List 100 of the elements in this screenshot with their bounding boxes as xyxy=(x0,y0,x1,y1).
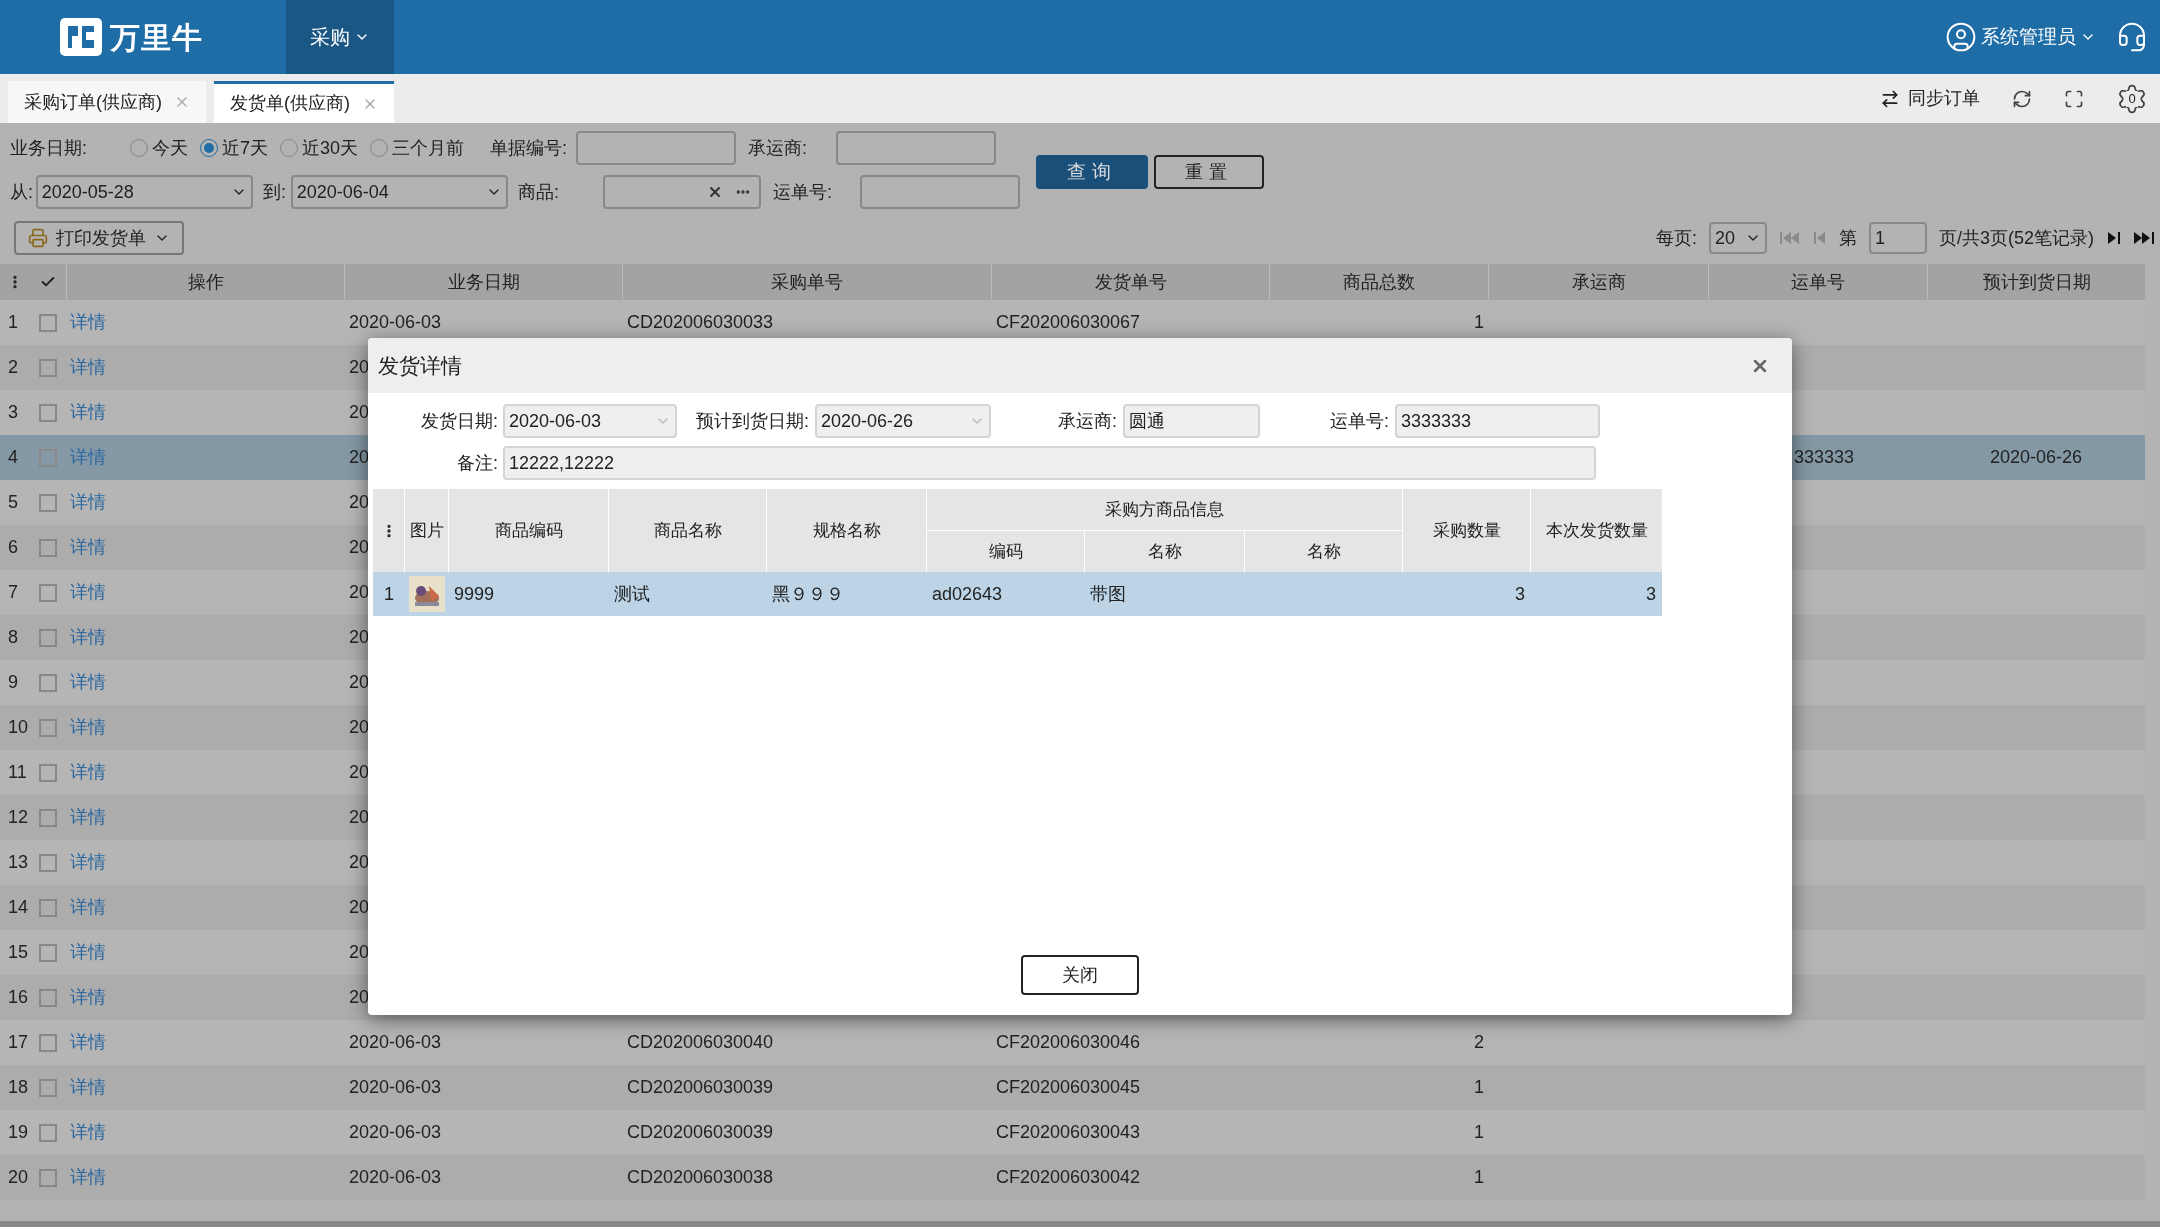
dialog-title: 发货详情 xyxy=(378,352,462,379)
table-cell: 20 xyxy=(349,627,370,647)
row-checkbox[interactable] xyxy=(39,583,57,602)
row-checkbox[interactable] xyxy=(39,1123,57,1142)
table-row[interactable]: 18 详情 2020-06-03 CD202006030039 CF202006030045 1 xyxy=(0,1065,2145,1110)
row-number: 14 xyxy=(7,896,30,919)
row-checkbox[interactable] xyxy=(39,313,57,332)
nav-menu[interactable]: 采购 xyxy=(286,0,394,74)
table-cell: 1 xyxy=(1474,312,1484,332)
row-checkbox[interactable] xyxy=(39,1078,57,1097)
item-row[interactable]: 1 9999 测试 黑９９９ ad02643 带图 3 3 xyxy=(373,572,1662,616)
table-cell-text: 测试 xyxy=(613,582,651,606)
row-checkbox[interactable] xyxy=(39,538,57,557)
row-checkbox[interactable] xyxy=(39,808,57,827)
row-checkbox[interactable] xyxy=(39,853,57,872)
date-range-radio[interactable]: 近30天 xyxy=(280,134,359,162)
first-page-icon[interactable] xyxy=(1778,229,1801,247)
table-cell: 2020-06-03 xyxy=(349,1032,442,1052)
waybill-field[interactable]: 3333333 xyxy=(1395,404,1600,438)
row-number: 1 xyxy=(7,311,19,334)
column-header: 名称 xyxy=(1306,540,1341,563)
table-cell: 20 xyxy=(349,672,370,692)
table-cell: 2020-06-03 xyxy=(349,312,442,332)
row-checkbox[interactable] xyxy=(39,493,57,512)
table-cell: 333333 xyxy=(1794,447,1855,467)
row-number: 5 xyxy=(7,491,19,514)
table-cell: 20 xyxy=(349,717,370,737)
page-tab[interactable]: 采购订单(供应商) xyxy=(8,81,206,123)
row-number: 9 xyxy=(7,671,19,694)
table-row[interactable]: 20 详情 2020-06-03 CD202006030038 CF202006030042 1 xyxy=(0,1155,2145,1200)
reset-button[interactable]: 重置 xyxy=(1154,155,1264,189)
field-label: 商品: xyxy=(518,180,561,204)
row-checkbox[interactable] xyxy=(39,628,57,647)
query-button[interactable]: 查询 xyxy=(1036,155,1148,189)
waybill-field[interactable] xyxy=(860,175,1020,209)
column-header: 商品编码 xyxy=(494,519,563,542)
table-cell-text: 带图 xyxy=(1089,582,1127,606)
row-checkbox[interactable] xyxy=(39,358,57,377)
field-label: 发货日期: xyxy=(420,409,499,433)
row-number: 17 xyxy=(7,1031,30,1054)
carrier-field[interactable]: 圆通 xyxy=(1123,404,1260,438)
table-cell-text: 3 xyxy=(1514,582,1526,606)
table-cell: 20 xyxy=(349,492,370,512)
column-header: 规格名称 xyxy=(812,519,881,542)
date-range-radio[interactable]: 三个月前 xyxy=(370,134,465,162)
field-label: 运单号: xyxy=(773,180,834,204)
column-header: 图片 xyxy=(409,519,444,542)
row-number: 7 xyxy=(7,581,19,604)
row-checkbox[interactable] xyxy=(39,763,57,782)
table-cell: CD202006030039 xyxy=(627,1077,774,1097)
date-range-radio[interactable]: 今天 xyxy=(130,134,188,162)
page-label: 第 xyxy=(1838,226,1857,250)
from-date-select[interactable]: 2020-05-28 xyxy=(35,175,254,209)
close-button[interactable]: 关闭 xyxy=(1021,955,1139,995)
note-field[interactable]: 12222,12222 xyxy=(503,446,1596,480)
fullscreen-icon[interactable] xyxy=(2064,88,2084,109)
carrier-field[interactable] xyxy=(836,131,997,165)
table-cell: 20 xyxy=(349,402,370,422)
headset-icon[interactable] xyxy=(2116,21,2148,53)
print-button[interactable]: 打印发货单 xyxy=(14,221,184,255)
date-range-radio[interactable]: 近7天 xyxy=(200,134,268,162)
refresh-icon[interactable] xyxy=(2012,88,2032,109)
row-number: 12 xyxy=(7,806,30,829)
doc-number-field[interactable] xyxy=(576,131,737,165)
row-checkbox[interactable] xyxy=(39,988,57,1007)
field-label: 运单号: xyxy=(1329,409,1390,433)
last-page-icon[interactable] xyxy=(2132,229,2154,247)
eta-date-select[interactable]: 2020-06-26 xyxy=(815,404,991,438)
table-cell: 20 xyxy=(349,987,370,1007)
row-checkbox[interactable] xyxy=(39,448,57,467)
page-tab[interactable]: 发货单(供应商) xyxy=(214,81,394,123)
user-menu[interactable]: 系统管理员 xyxy=(1945,21,2096,53)
to-date-select[interactable]: 2020-06-04 xyxy=(290,175,509,209)
row-checkbox[interactable] xyxy=(39,898,57,917)
row-checkbox[interactable] xyxy=(39,718,57,737)
ship-date-select[interactable]: 2020-06-03 xyxy=(503,404,677,438)
table-cell: CD202006030038 xyxy=(627,1167,774,1187)
next-page-icon[interactable] xyxy=(2106,229,2120,247)
row-number: 3 xyxy=(7,401,19,424)
printer-icon xyxy=(28,228,48,248)
tab-label: 采购订单(供应商) xyxy=(24,90,162,114)
row-checkbox[interactable] xyxy=(39,1033,57,1052)
field-label: 到: xyxy=(263,180,288,204)
tab-label: 发货单(供应商) xyxy=(230,92,350,115)
row-checkbox[interactable] xyxy=(39,403,57,422)
previous-page-icon[interactable] xyxy=(1812,229,1827,247)
page-field[interactable]: 1 xyxy=(1868,222,1927,254)
table-cell: CD202006030040 xyxy=(627,1032,774,1052)
row-checkbox[interactable] xyxy=(39,1168,57,1187)
per-page-select[interactable]: 20 xyxy=(1708,222,1767,254)
row-checkbox[interactable] xyxy=(39,673,57,692)
table-cell: 20 xyxy=(349,357,370,377)
table-cell: 20 xyxy=(349,942,370,962)
page-summary: 页/共3页(52笔记录) xyxy=(1938,226,2094,250)
row-number: 15 xyxy=(7,941,30,964)
column-header: 编码 xyxy=(988,540,1023,563)
row-checkbox[interactable] xyxy=(39,943,57,962)
product-field[interactable] xyxy=(603,175,762,209)
settings-icon[interactable] xyxy=(2116,82,2148,115)
sync-button[interactable]: 同步订单 xyxy=(1880,85,1980,112)
